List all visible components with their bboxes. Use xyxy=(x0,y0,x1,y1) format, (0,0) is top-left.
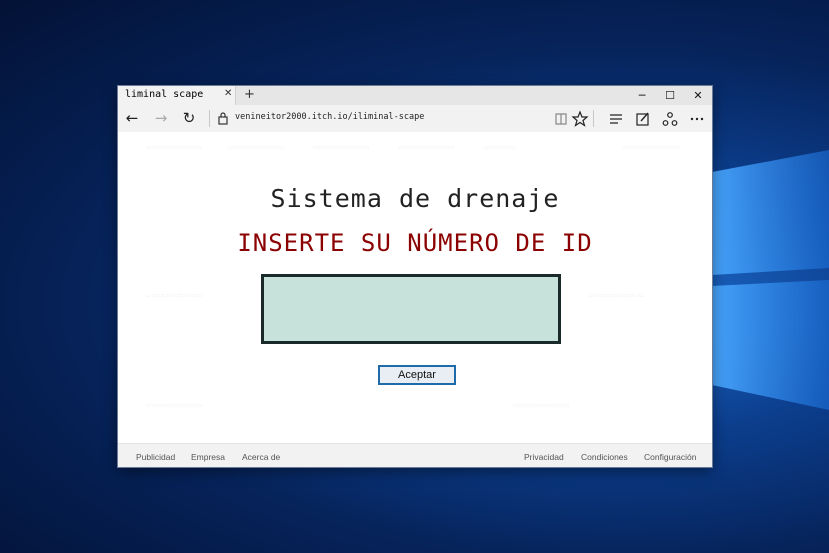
background-watermark: ▭▭▭▭▭▭▭▭▭▭ xyxy=(513,402,570,409)
footer-link-advertising[interactable]: Publicidad xyxy=(136,452,175,462)
page-footer: Publicidad Empresa Acerca de Privacidad … xyxy=(118,443,712,467)
id-number-input[interactable] xyxy=(261,274,561,344)
background-watermark: ▭▭▭▭▭▭▭▭▭▭ xyxy=(146,402,203,409)
close-window-icon[interactable]: ✕ xyxy=(684,86,712,105)
accept-button[interactable]: Aceptar xyxy=(378,365,456,385)
new-tab-icon[interactable]: + xyxy=(244,87,255,102)
footer-link-settings[interactable]: Configuración xyxy=(644,452,696,462)
background-watermark: ▭▭▭▭▭▭▭▭▭▭ xyxy=(398,144,455,151)
reading-view-icon[interactable] xyxy=(552,110,570,128)
background-watermark: ▭▭▭▭▭▭▭▭▭▭ xyxy=(623,144,680,151)
background-watermark: ▭▭▭▭▭▭▭▭▭▭ xyxy=(588,292,645,299)
lock-icon xyxy=(218,112,228,125)
maximize-icon[interactable]: ☐ xyxy=(656,86,684,105)
id-prompt-heading: INSERTE SU NÚMERO DE ID xyxy=(237,229,593,257)
favorite-star-icon[interactable] xyxy=(571,110,589,128)
toolbar-divider xyxy=(593,110,594,127)
tab-liminal-scape[interactable]: liminal scape ✕ xyxy=(118,86,236,105)
tab-close-icon[interactable]: ✕ xyxy=(224,88,232,99)
address-divider xyxy=(209,110,210,127)
back-icon[interactable]: ← xyxy=(122,109,142,127)
title-bar: liminal scape ✕ + ─ ☐ ✕ xyxy=(118,86,712,105)
background-watermark: ▭▭▭▭▭▭▭▭▭▭ xyxy=(228,144,285,151)
footer-link-privacy[interactable]: Privacidad xyxy=(524,452,564,462)
minimize-icon[interactable]: ─ xyxy=(628,86,656,105)
more-icon[interactable] xyxy=(688,110,706,128)
forward-icon[interactable]: → xyxy=(151,109,171,127)
background-watermark: ▭▭▭▭▭▭▭▭▭▭ xyxy=(146,144,203,151)
page-content: ▭▭▭▭▭▭▭▭▭▭ ▭▭▭▭▭▭▭▭▭▭ ▭▭▭▭▭▭▭▭▭▭ ▭▭▭▭▭▭▭… xyxy=(118,132,712,443)
browser-window: liminal scape ✕ + ─ ☐ ✕ ← → ↻ venineitor… xyxy=(118,86,712,467)
footer-link-company[interactable]: Empresa xyxy=(191,452,225,462)
hub-icon[interactable] xyxy=(607,110,625,128)
footer-link-terms[interactable]: Condiciones xyxy=(581,452,628,462)
address-bar[interactable]: venineitor2000.itch.io/iliminal-scape xyxy=(235,112,424,122)
refresh-icon[interactable]: ↻ xyxy=(179,109,199,127)
background-watermark: ▭▭▭▭▭▭▭▭▭▭ xyxy=(313,144,370,151)
navigation-bar: ← → ↻ venineitor2000.itch.io/iliminal-sc… xyxy=(118,105,712,133)
share-icon[interactable] xyxy=(661,110,679,128)
web-note-icon[interactable] xyxy=(634,110,652,128)
background-watermark: ▭▭▭▭▭▭ xyxy=(483,144,518,151)
background-watermark: ▭▭▭▭▭▭▭▭▭▭ xyxy=(146,292,203,299)
page-title: Sistema de drenaje xyxy=(270,184,560,213)
tab-title: liminal scape xyxy=(125,89,204,100)
footer-link-about[interactable]: Acerca de xyxy=(242,452,280,462)
